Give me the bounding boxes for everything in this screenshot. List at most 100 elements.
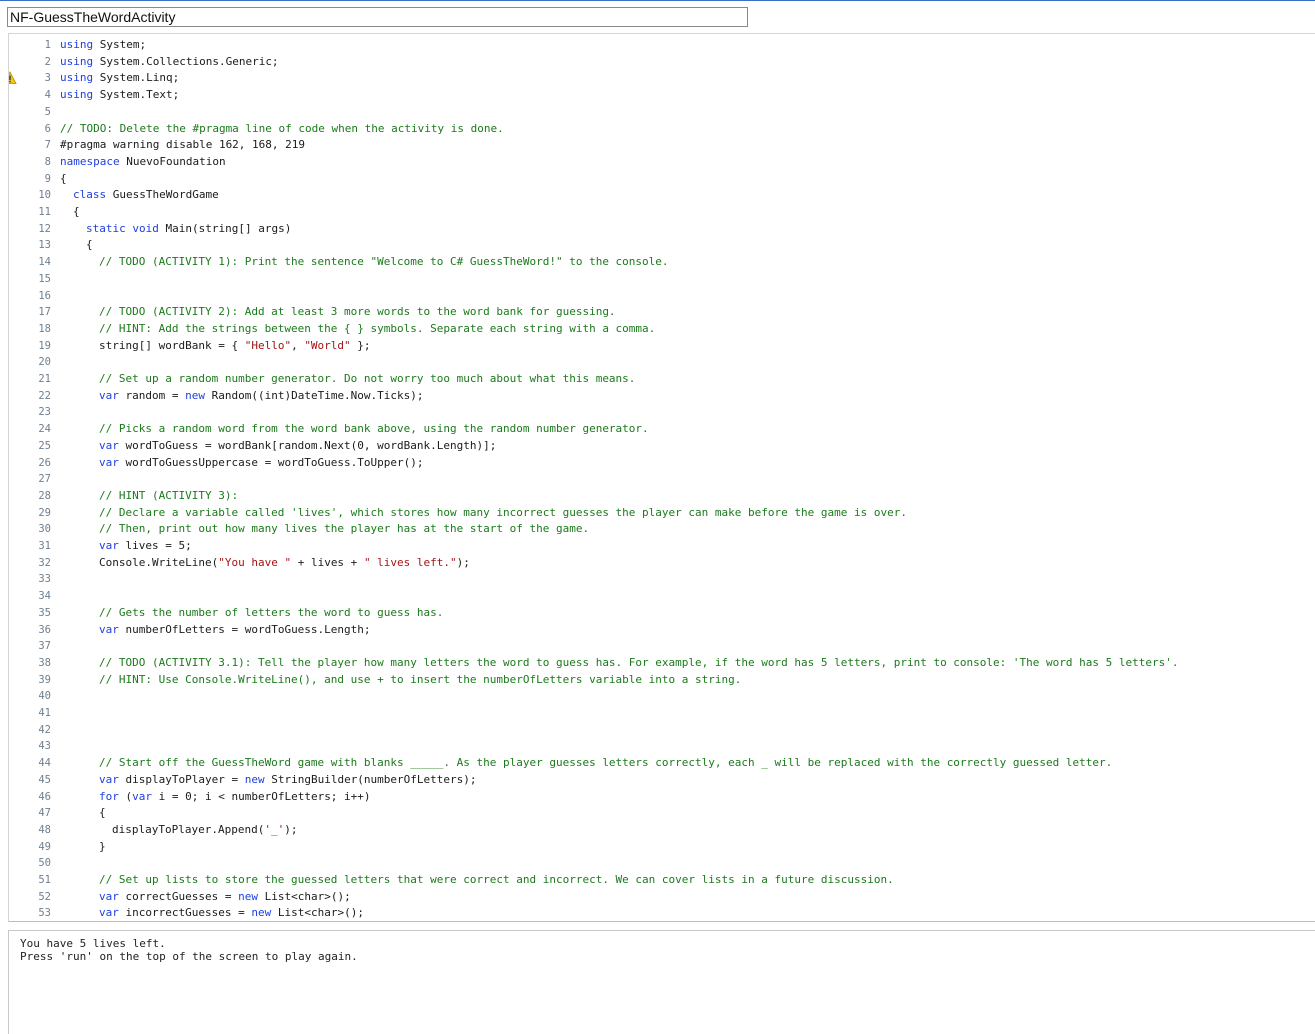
code-line[interactable]: 23	[9, 404, 1309, 421]
line-number: 49	[38, 840, 51, 853]
code-line[interactable]: 20	[9, 354, 1309, 371]
code-line[interactable]: 35 // Gets the number of letters the word…	[9, 605, 1309, 622]
code-line[interactable]: 29 // Declare a variable called 'lives', …	[9, 505, 1309, 522]
code-line[interactable]: 26 var wordToGuessUppercase = wordToGuess…	[9, 455, 1309, 472]
line-number: 46	[38, 790, 51, 803]
code-text: // Declare a variable called 'lives', wh…	[99, 505, 907, 522]
code-line[interactable]: 52 var correctGuesses = new List<char>();	[9, 889, 1309, 906]
line-number: 5	[44, 105, 51, 118]
line-number: 51	[38, 874, 51, 886]
code-line[interactable]: 25 var wordToGuess = wordBank[random.Next…	[9, 438, 1309, 455]
activity-title-field[interactable]: NF-GuessTheWordActivity	[7, 7, 748, 27]
code-token: NuevoFoundation	[126, 154, 226, 168]
code-line[interactable]: 50	[9, 855, 1309, 872]
code-text: {	[99, 805, 106, 822]
line-number: 28	[38, 489, 51, 502]
code-line[interactable]: 33	[9, 571, 1309, 588]
code-line[interactable]: 28 // HINT (ACTIVITY 3):	[9, 488, 1309, 505]
code-text: #pragma warning disable 162, 168, 219	[60, 137, 305, 154]
code-token: // HINT (ACTIVITY 3):	[99, 488, 239, 502]
code-line[interactable]: 45 var displayToPlayer = new StringBuilde…	[9, 772, 1309, 789]
code-token: {	[60, 171, 67, 185]
code-line[interactable]: 27	[9, 471, 1309, 488]
code-line[interactable]: 42	[9, 722, 1309, 739]
code-line[interactable]: 15	[9, 271, 1309, 288]
code-line[interactable]: 4 using System.Text;	[9, 87, 1309, 104]
code-line[interactable]: 14 // TODO (ACTIVITY 1): Print the senten…	[9, 254, 1309, 271]
code-text: // Set up lists to store the guessed let…	[99, 872, 894, 889]
code-line[interactable]: 19 string[] wordBank = { "Hello", "World"…	[9, 338, 1309, 355]
code-line[interactable]: 47 {	[9, 805, 1309, 822]
code-token: Main(string[] args)	[165, 221, 292, 235]
code-line[interactable]: 51 // Set up lists to store the guessed l…	[9, 872, 1309, 889]
code-line[interactable]: 8 namespace NuevoFoundation	[9, 154, 1309, 171]
code-token: System;	[99, 38, 147, 51]
code-line[interactable]: 40	[9, 688, 1309, 705]
line-number: 16	[38, 289, 51, 302]
code-token: wordToGuessUppercase = wordToGuess.ToUpp…	[125, 455, 424, 469]
line-number: 45	[38, 773, 51, 786]
code-editor[interactable]: 1 using System; 2 using System.Collections.…	[8, 33, 1315, 922]
code-line[interactable]: 36 var numberOfLetters = wordToGuess.Leng…	[9, 622, 1309, 639]
code-line[interactable]: 41	[9, 705, 1309, 722]
code-line[interactable]: 10 class GuessTheWordGame	[9, 187, 1309, 204]
code-line[interactable]: 1 using System;	[9, 37, 1309, 54]
code-token: var	[99, 455, 119, 469]
code-token: var	[99, 438, 119, 452]
code-line[interactable]: 31 var lives = 5;	[9, 538, 1309, 555]
line-number: 22	[38, 389, 51, 402]
code-token: // Declare a variable called 'lives', wh…	[99, 505, 907, 519]
code-line[interactable]: 30 // Then, print out how many lives the …	[9, 521, 1309, 538]
code-line[interactable]: 21 // Set up a random number generator. D…	[9, 371, 1309, 388]
code-token: // TODO (ACTIVITY 3.1): Tell the player …	[99, 655, 1179, 669]
code-line[interactable]: 32 Console.WriteLine("You have " + lives …	[9, 555, 1309, 572]
code-line[interactable]: 38 // TODO (ACTIVITY 3.1): Tell the playe…	[9, 655, 1309, 672]
code-token: #pragma warning disable 162, 168, 219	[60, 138, 306, 152]
code-line[interactable]: 11 {	[9, 204, 1309, 221]
code-line[interactable]: 49}	[9, 839, 1309, 856]
code-token: var	[99, 539, 119, 552]
line-number: 50	[38, 857, 51, 870]
code-line[interactable]: 18 // HINT: Add the strings between the {…	[9, 321, 1309, 338]
code-line[interactable]: 46 for (var i = 0; i < numberOfLetters; i…	[9, 789, 1309, 806]
code-line[interactable]: 43	[9, 738, 1309, 755]
code-line[interactable]: 48 displayToPlayer.Append('_');	[9, 822, 1309, 839]
code-line[interactable]: 13 {	[9, 237, 1309, 254]
code-token: }	[99, 839, 106, 853]
code-line[interactable]: 7 #pragma warning disable 162, 168, 219	[9, 137, 1309, 154]
code-token: new	[244, 772, 265, 786]
code-line[interactable]: 6 // TODO: Delete the #pragma line of cod…	[9, 121, 1309, 138]
code-line[interactable]: 12 static void Main(string[] args)	[9, 221, 1309, 238]
line-number: 14	[38, 256, 51, 269]
code-token: numberOfLetters = wordToGuess.Length;	[125, 622, 371, 636]
line-number: 12	[38, 222, 51, 235]
code-line[interactable]: 34	[9, 588, 1309, 605]
code-text: // Start off the GuessTheWord game with …	[99, 755, 1112, 772]
code-text: var incorrectGuesses = new List<char>();	[99, 905, 364, 921]
code-line[interactable]: 16	[9, 288, 1309, 305]
code-token: // TODO (ACTIVITY 1): Print the sentence…	[99, 255, 669, 269]
code-line[interactable]: 37	[9, 638, 1309, 655]
line-number: 42	[38, 723, 51, 736]
warning-icon[interactable]	[9, 71, 17, 85]
code-line[interactable]: 44 // Start off the GuessTheWord game wit…	[9, 755, 1309, 772]
code-line[interactable]: 2 using System.Collections.Generic;	[9, 54, 1309, 71]
code-line[interactable]: 5	[9, 104, 1309, 121]
code-line[interactable]: 9{	[9, 171, 1309, 188]
code-line[interactable]: 17 // TODO (ACTIVITY 2): Add at least 3 m…	[9, 304, 1309, 321]
code-token: correctGuesses =	[125, 889, 239, 903]
code-text: namespace NuevoFoundation	[60, 154, 226, 171]
code-line[interactable]: 3 using System.Linq;	[9, 70, 1309, 87]
code-line[interactable]: 22 var random = new Random((int)DateTime.…	[9, 388, 1309, 405]
code-line[interactable]: 39 // HINT: Use Console.WriteLine(), and …	[9, 672, 1309, 689]
code-line[interactable]: 24 // Picks a random word from the word b…	[9, 421, 1309, 438]
code-token: var	[99, 388, 119, 402]
code-token: // Set up lists to store the guessed let…	[99, 873, 894, 886]
code-token: static void	[86, 221, 159, 235]
line-number: 52	[38, 890, 51, 903]
line-number: 18	[38, 322, 51, 335]
line-number: 40	[38, 690, 51, 703]
code-text: // Picks a random word from the word ban…	[99, 421, 649, 438]
code-line[interactable]: 53 var incorrectGuesses = new List<char>(…	[9, 905, 1309, 921]
line-number: 48	[38, 823, 51, 836]
